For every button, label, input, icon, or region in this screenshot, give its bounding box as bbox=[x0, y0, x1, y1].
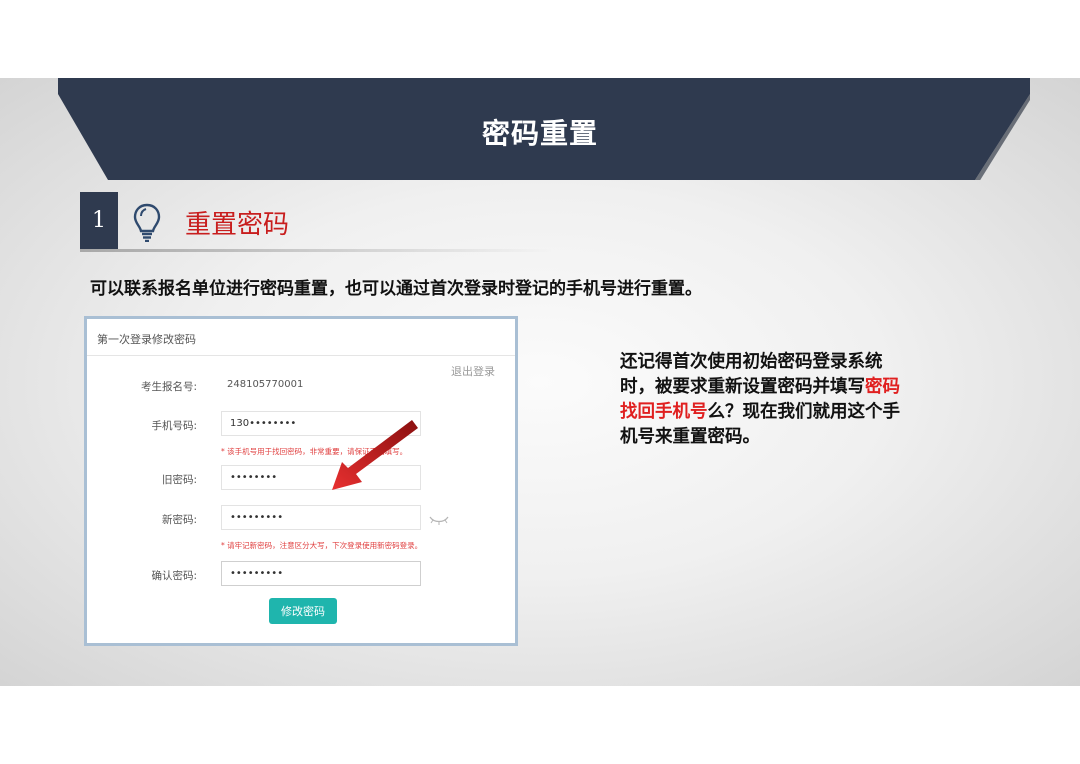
intro-text: 可以联系报名单位进行密码重置，也可以通过首次登录时登记的手机号进行重置。 bbox=[90, 279, 702, 299]
logout-link[interactable]: 退出登录 bbox=[451, 363, 495, 379]
banner-title: 密码重置 bbox=[481, 117, 598, 150]
new-password-label: 新密码: bbox=[161, 514, 197, 526]
section-number: 1 bbox=[80, 192, 118, 249]
lightbulb-icon bbox=[133, 203, 161, 242]
form-title: 第一次登录修改密码 bbox=[97, 333, 196, 346]
callout-text-start: 还记得首次使用初始密码登录系统时，被要求重新设置密码并填写 bbox=[620, 352, 883, 397]
section-title: 重置密码 bbox=[185, 210, 290, 240]
section-divider bbox=[80, 249, 552, 252]
confirm-password-input[interactable]: ••••••••• bbox=[221, 561, 421, 586]
reg-no-label: 考生报名号: bbox=[140, 381, 197, 393]
confirm-password-label: 确认密码: bbox=[151, 570, 197, 582]
change-password-button[interactable]: 修改密码 bbox=[269, 598, 337, 624]
password-change-screenshot: 第一次登录修改密码 退出登录 考生报名号: 248105770001 手机号码:… bbox=[84, 316, 518, 646]
new-password-input[interactable]: ••••••••• bbox=[221, 505, 421, 530]
slide: 密码重置 1 重置密码 可以联系报名单位进行密码重置，也可以通过首次登录时登记的… bbox=[0, 78, 1080, 686]
red-arrow-icon bbox=[332, 420, 418, 490]
phone-label: 手机号码: bbox=[151, 420, 197, 432]
callout-text: 还记得首次使用初始密码登录系统时，被要求重新设置密码并填写密码找回手机号么？现在… bbox=[620, 350, 910, 450]
old-password-label: 旧密码: bbox=[161, 474, 197, 486]
form-title-divider bbox=[87, 355, 515, 356]
reg-no-value: 248105770001 bbox=[227, 379, 304, 390]
new-password-note: * 请牢记新密码，注意区分大写，下次登录使用新密码登录。 bbox=[221, 541, 423, 550]
eye-closed-icon[interactable] bbox=[428, 514, 450, 526]
